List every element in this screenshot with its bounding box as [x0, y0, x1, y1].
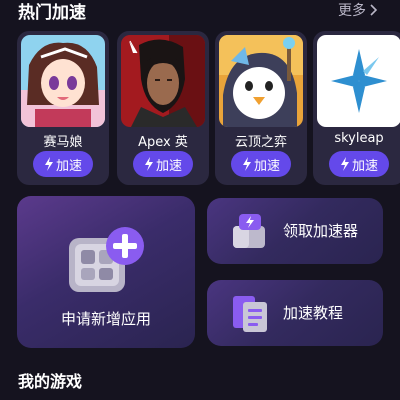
- game-name: skyleap: [334, 131, 384, 146]
- get-accelerator-tile[interactable]: 领取加速器: [207, 198, 383, 264]
- game-card[interactable]: 云顶之弈 加速: [215, 31, 307, 185]
- accelerate-button[interactable]: 加速: [133, 151, 193, 177]
- more-link[interactable]: 更多: [338, 0, 378, 20]
- game-thumbnail: [21, 35, 105, 127]
- lightning-icon: [44, 157, 53, 171]
- game-card[interactable]: Apex 英 加速: [117, 31, 209, 185]
- apply-new-app-tile[interactable]: 申请新增应用: [17, 196, 195, 348]
- chevron-right-icon: [370, 4, 378, 16]
- game-thumbnail: [219, 35, 303, 127]
- apply-new-app-label: 申请新增应用: [60, 310, 151, 328]
- game-card[interactable]: skyleap 加速: [313, 31, 400, 185]
- hot-games-list: 赛马娘 加速 Apex 英 加速 云顶之弈 加速 skyleap 加速: [0, 31, 400, 186]
- game-name: 赛马娘: [43, 135, 83, 150]
- tutorial-document-icon: [233, 296, 267, 332]
- my-games-title: 我的游戏: [18, 372, 83, 391]
- accelerator-box-icon: [233, 214, 265, 248]
- game-name: 云顶之弈: [234, 135, 287, 150]
- accelerate-label: 加速: [55, 158, 82, 174]
- accelerate-label: 加速: [155, 158, 182, 174]
- game-card[interactable]: 赛马娘 加速: [17, 31, 109, 185]
- lightning-icon: [144, 157, 153, 171]
- lightning-icon: [242, 157, 251, 171]
- accelerate-button[interactable]: 加速: [231, 151, 291, 177]
- game-thumbnail: [121, 35, 205, 127]
- accelerate-label: 加速: [253, 158, 280, 174]
- acceleration-tutorial-label: 加速教程: [283, 304, 344, 322]
- game-thumbnail: [317, 35, 400, 127]
- hot-section-title: 热门加速: [18, 3, 86, 23]
- accelerate-button[interactable]: 加速: [329, 151, 389, 177]
- lightning-icon: [340, 157, 349, 171]
- accelerate-label: 加速: [351, 158, 378, 174]
- game-name: Apex 英: [138, 135, 188, 150]
- add-app-icon: [69, 227, 144, 292]
- acceleration-tutorial-tile[interactable]: 加速教程: [207, 280, 383, 346]
- hot-section-header: 热门加速 更多: [0, 0, 400, 23]
- more-label: 更多: [338, 3, 366, 19]
- accelerate-button[interactable]: 加速: [33, 151, 93, 177]
- get-accelerator-label: 领取加速器: [283, 222, 359, 240]
